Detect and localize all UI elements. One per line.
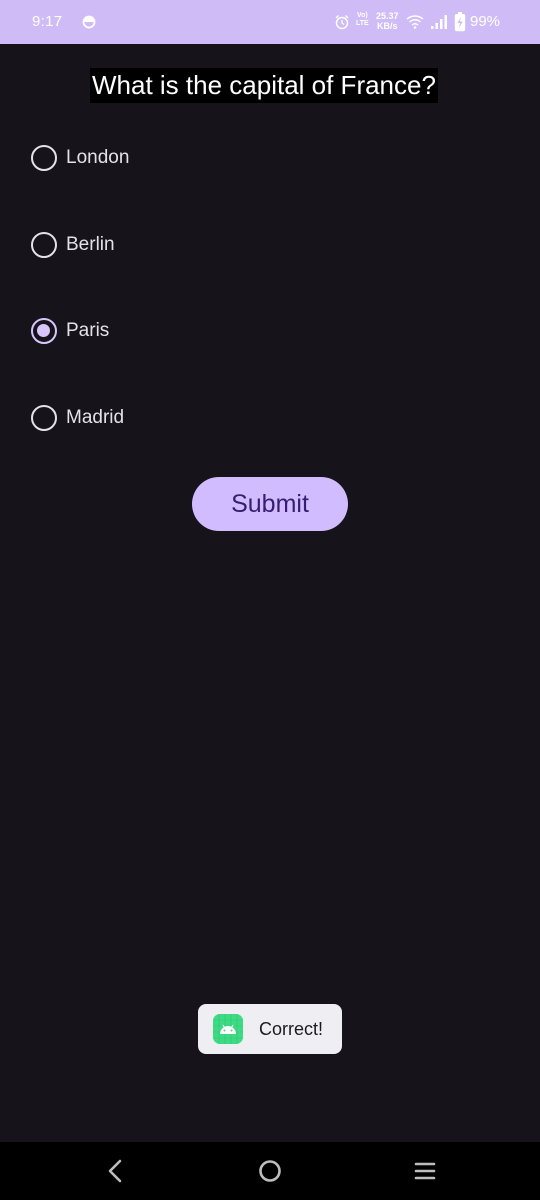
option-berlin[interactable]: Berlin xyxy=(28,225,328,265)
radio-button-berlin[interactable] xyxy=(31,232,57,258)
option-madrid[interactable]: Madrid xyxy=(28,398,328,438)
question-text: What is the capital of France? xyxy=(90,68,438,103)
option-paris[interactable]: Paris xyxy=(28,311,328,351)
option-label: Paris xyxy=(66,320,110,341)
radio-button-paris-selected[interactable] xyxy=(31,318,57,344)
signal-icon xyxy=(431,15,447,29)
android-app-icon xyxy=(213,1014,243,1044)
option-london[interactable]: London xyxy=(28,138,328,178)
volte-indicator: Vo) LTE xyxy=(356,12,369,28)
network-speed: 25.37 KB/s xyxy=(376,11,399,31)
wifi-icon xyxy=(406,15,424,29)
recents-lines-icon[interactable] xyxy=(410,1156,440,1186)
alarm-icon xyxy=(335,14,349,30)
option-label: Berlin xyxy=(66,234,115,255)
toast-message: Correct! xyxy=(198,1004,342,1054)
status-bar: 9:17 Vo) LTE 25.37 KB/s 99% xyxy=(0,0,540,44)
back-chevron-icon[interactable] xyxy=(100,1156,130,1186)
battery-percent: 99% xyxy=(470,13,501,30)
radio-button-london[interactable] xyxy=(31,145,57,171)
volte-top-label: Vo) xyxy=(356,12,368,19)
option-label: Madrid xyxy=(66,407,125,428)
status-time: 9:17 xyxy=(32,13,63,30)
radio-button-madrid[interactable] xyxy=(31,405,57,431)
speed-value: 25.37 xyxy=(376,11,399,21)
home-circle-icon[interactable] xyxy=(255,1156,285,1186)
toast-text: Correct! xyxy=(259,1019,324,1039)
navigation-bar xyxy=(0,1142,540,1200)
sync-icon xyxy=(82,15,96,29)
battery-charging-icon xyxy=(454,12,466,32)
speed-unit: KB/s xyxy=(377,21,398,31)
volte-bottom-label: LTE xyxy=(356,20,369,27)
app-screen: 9:17 Vo) LTE 25.37 KB/s 99% What is the … xyxy=(0,0,540,1200)
option-label: London xyxy=(66,147,130,168)
submit-button[interactable]: Submit xyxy=(192,477,348,531)
